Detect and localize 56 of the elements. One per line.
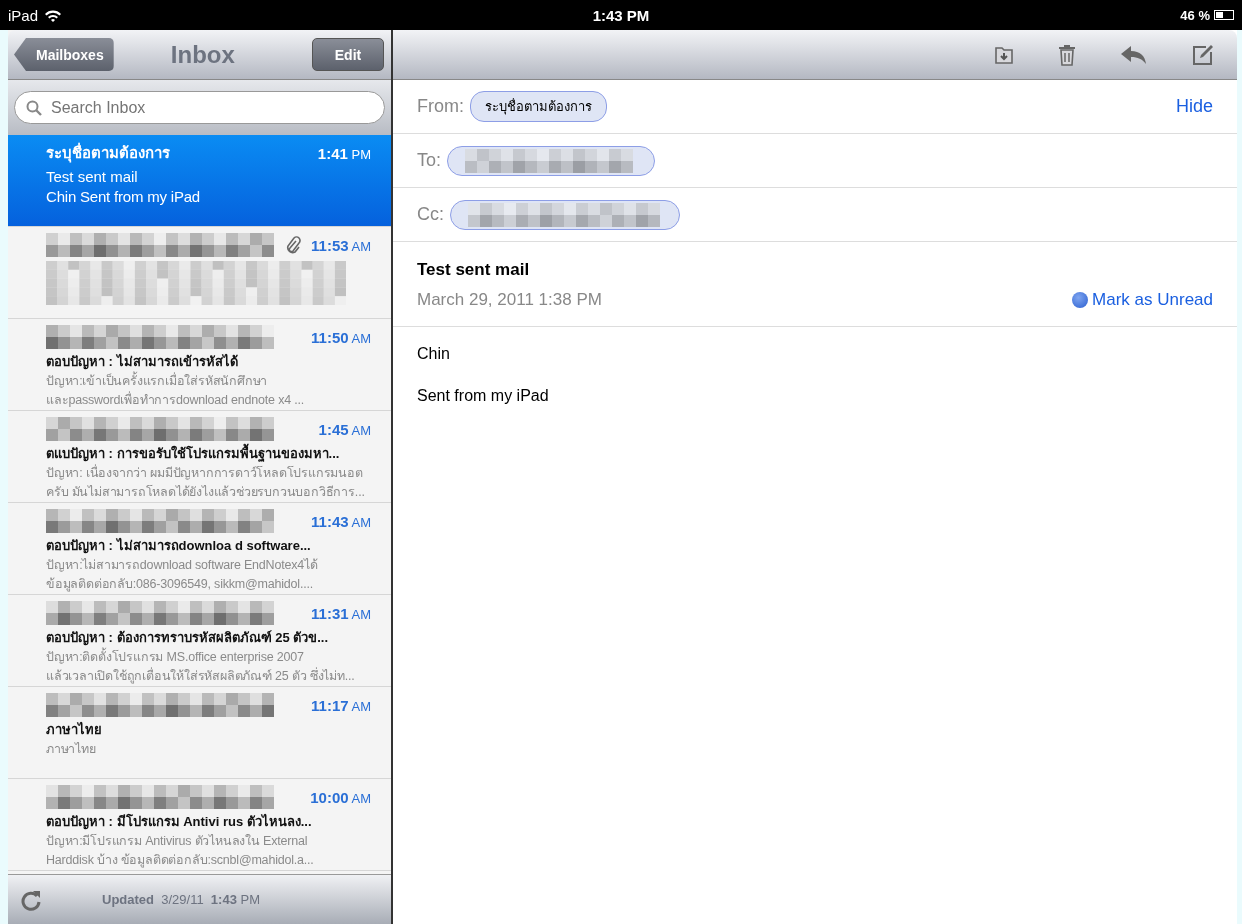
back-button[interactable]: Mailboxes (14, 38, 114, 71)
hide-link[interactable]: Hide (1175, 96, 1213, 117)
device-name: iPad (8, 6, 39, 24)
trash-icon[interactable] (1057, 42, 1077, 67)
edit-button[interactable]: Edit (312, 38, 384, 71)
message-preview: และpasswordเพื่อทำการdownload endnote x4 ... (46, 391, 306, 409)
message-time: 1:45 AM (318, 420, 371, 438)
message-subject: ภาษาไทย (46, 721, 103, 739)
reply-icon[interactable] (1119, 43, 1149, 66)
message-date: March 29, 2011 1:38 PM (417, 290, 602, 310)
message-time: 10:00 AM (310, 788, 371, 806)
body-text: Chin (417, 345, 451, 363)
battery-percent: 46 % (1180, 7, 1210, 23)
sender-chip[interactable]: ระบุชื่อตามต้องการ (470, 91, 607, 122)
search-field[interactable]: Search Inbox (14, 91, 385, 124)
message-subject: ตอบปัญหา : ไม่สามารถเข้ารหัสได้ (46, 353, 239, 371)
updated-status: Updated 3/29/11 1:43 PM (102, 892, 260, 907)
message-time: 11:17 AM (311, 696, 371, 714)
message-preview: ข้อมูลติดต่อกลับ:086-3096549, sikkm@mahidol.... (46, 576, 314, 594)
message-preview: ภาษาไทย (46, 741, 97, 758)
message-preview: ปัญหา:มีโปรแกรม Antivirus ตัวไหนลงใน External (46, 833, 309, 850)
message-time: 11:31 AM (311, 604, 371, 622)
search-icon (26, 100, 42, 116)
message-subject: Test sent mail (46, 167, 139, 187)
message-preview: ปัญหา: เนื่องจากว่า ผมมีปัญหากการดาว์โหลดโปรแกรมนอต (46, 464, 364, 482)
body-text: Sent from my iPad (417, 387, 550, 405)
inbox-title: Inbox (170, 40, 235, 69)
from-label: From: (417, 96, 464, 117)
message-preview: แล้วเวลาเปิดใช้ถูกเตื่อนให้ใส่รหัสผลิตภัณฑ์ 25 ตัว ซึ่งไม่ท... (46, 667, 356, 686)
message-preview: ครับ มันไม่สามารถโหลดได้ยังไงแล้วช่วยรบกวนบอกวิธีการ... (46, 484, 366, 501)
message-preview: Chin Sent from my iPad (46, 187, 201, 207)
battery-icon (1214, 10, 1234, 20)
message-time: 11:43 AM (311, 512, 371, 530)
message-subject-title: Test sent mail (417, 260, 531, 280)
cc-label: Cc: (417, 204, 444, 225)
message-preview: ปัญหา:ติดตั้งโปรแกรม MS.office enterprise 2007 (46, 648, 371, 667)
message-subject: ตอบปัญหา : ต้องการทราบรหัสผลิตภัณฑ์ 25 ตัวข... (46, 629, 330, 647)
message-time: 1:41 PM (317, 144, 371, 162)
message-preview: ปัญหา:เข้าเป็นครั้งแรกเมื่อใส่รหัสนักศึกษา (46, 372, 371, 391)
message-sender: ระบุชื่อตามต้องการ (46, 141, 171, 165)
message-item[interactable]: ระบุชื่อตามต้องการ 1:41 PM Test sent mail Chin Sent from my iPad (8, 135, 391, 227)
message-preview: Harddisk บ้าง ข้อมูลติดต่อกลับ:scnbl@mahidol.a... (46, 852, 315, 870)
compose-icon[interactable] (1191, 42, 1215, 67)
message-subject: ตอบปัญหา : มีโปรแกรม Antivi rus ตัวไหนลง... (46, 813, 313, 832)
message-subject: ตแบปัญหา : การขอรับใช้โปรแกรมพื้นฐานของมหา... (46, 443, 371, 464)
message-time: 11:53 AM (311, 236, 371, 254)
refresh-icon[interactable] (20, 888, 42, 911)
wifi-icon (44, 8, 63, 22)
message-preview: ปัญหา:ไม่สามารถdownload software EndNotex4ได้ (46, 557, 319, 574)
status-time: 1:43 PM (592, 6, 650, 24)
recipient-chip[interactable] (447, 145, 655, 176)
to-label: To: (417, 150, 441, 171)
message-subject: ตอบปัญหา : ไม่สามารถdownloa d software... (46, 537, 312, 556)
message-time: 11:50 AM (311, 328, 371, 346)
cc-chip[interactable] (450, 199, 680, 230)
mark-unread-link[interactable]: Mark as Unread (1072, 290, 1213, 310)
